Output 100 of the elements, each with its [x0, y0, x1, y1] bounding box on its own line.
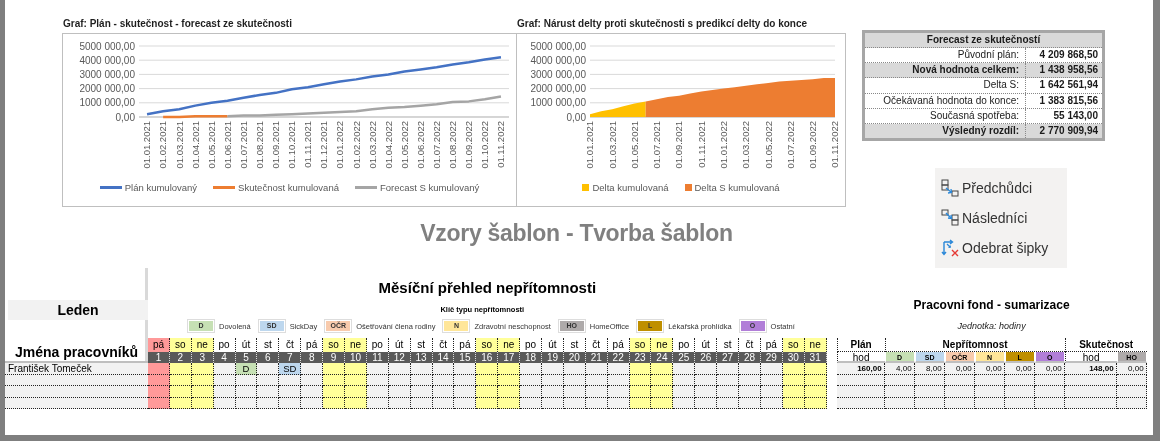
arrows-cross-icon: [941, 239, 959, 258]
axis-label: 5000 000,00: [79, 40, 135, 52]
row-label: Očekávaná hodnota do konce:: [865, 93, 1026, 108]
table-cell: so: [169, 338, 192, 352]
table-cell: 0,00: [944, 363, 975, 375]
axis-label: 01.03.2021: [173, 121, 185, 169]
unit-label: Jednotka: hodiny: [957, 321, 1026, 331]
chart-title: Graf: Plán - skutečnost - forecast ze skutečnosti: [62, 18, 293, 31]
axis-label: 01.06.2021: [221, 121, 233, 169]
axis-label: 2000 000,00: [530, 83, 586, 95]
sheet-title: Měsíční přehled nepřítomnosti: [378, 279, 597, 296]
axis-label: 01.05.2022: [398, 121, 410, 169]
axis-label: 01.11.2021: [302, 121, 314, 168]
row-value: 1 383 815,56: [1038, 93, 1099, 108]
table-cell: ne: [498, 338, 521, 352]
toolbar-button[interactable]: Předchůdci: [941, 173, 1033, 204]
row-value: 4 209 868,50: [1038, 48, 1099, 62]
axis-label: 01.04.2021: [189, 121, 201, 169]
legend-label: Delta kumulovaná: [592, 182, 669, 193]
table-cell: František Tomeček: [5, 363, 148, 375]
table-cell: 160,00: [836, 363, 885, 375]
axis-label: 01.11.2022: [495, 121, 507, 168]
axis-label: 01.09.2021: [673, 121, 685, 169]
table-cell: so: [323, 338, 345, 352]
axis-label: 01.05.2022: [762, 121, 774, 169]
table-cell: ne: [804, 338, 827, 352]
axis-label: 01.07.2021: [651, 121, 663, 169]
axis-label: 4000 000,00: [530, 54, 586, 66]
axis-label: 01.04.2022: [382, 121, 394, 169]
legend-label: Skutečnost kumulovaná: [238, 182, 339, 193]
page-heading: Vzory šablon - Tvorba šablon: [420, 220, 733, 247]
table-cell: [1116, 386, 1147, 398]
axis-label: 01.12.2021: [318, 121, 330, 169]
axis-label: 01.07.2022: [430, 121, 442, 169]
table-cell: 2: [169, 352, 192, 363]
table-cell: 4,00: [884, 363, 915, 375]
axis-label: 01.02.2022: [350, 121, 362, 169]
table-cell: [884, 386, 915, 398]
axis-label: 01.09.2021: [270, 121, 282, 169]
table-cell: D: [235, 363, 258, 375]
table-cell: so: [782, 338, 805, 352]
table-cell: ne: [191, 338, 214, 352]
axis-label: 01.09.2022: [463, 121, 475, 169]
axis-label: 0,00: [115, 111, 135, 123]
toolbar-button[interactable]: Následníci: [941, 203, 1028, 234]
axis-label: 01.11.2021: [695, 121, 707, 168]
row-label: Nová hodnota celkem:: [865, 63, 1026, 78]
axis-label: 01.06.2022: [414, 121, 426, 169]
table-cell: 7: [279, 352, 302, 363]
axis-label: 01.05.2021: [628, 121, 640, 169]
table-cell: so: [629, 338, 652, 352]
axis-label: 01.09.2022: [807, 121, 819, 169]
table-cell: SD: [279, 363, 302, 375]
row-label: Původní plán:: [865, 48, 1026, 63]
axis-label: 01.01.2021: [584, 121, 596, 169]
table-cell: [944, 386, 975, 398]
toolbar-button[interactable]: Odebrat šipky: [941, 233, 1049, 264]
table-cell: 1: [148, 352, 170, 363]
table-cell: 0,00: [974, 363, 1005, 375]
boxes-arrow-icon: [941, 209, 959, 228]
axis-label: 01.11.2022: [829, 121, 841, 168]
table-cell: 148,00: [1064, 363, 1117, 375]
table-cell: 4: [213, 352, 236, 363]
row-value: 2 770 909,94: [1038, 123, 1099, 138]
chart-title: Graf: Nárust delty proti skutečnosti s predikcí delty do konce: [516, 18, 809, 31]
axis-label: 01.01.2021: [141, 121, 153, 169]
row-value: 1 438 958,56: [1038, 63, 1099, 78]
row-label: Současná spotřeba:: [865, 108, 1026, 123]
axis-label: 2000 000,00: [79, 83, 135, 95]
table-cell: [1064, 386, 1117, 398]
axis-label: 5000 000,00: [530, 40, 586, 52]
axis-label: 1000 000,00: [530, 97, 586, 109]
axis-label: 01.10.2021: [286, 121, 298, 169]
axis-label: 01.01.2022: [334, 121, 346, 169]
column-header: Plán: [836, 338, 885, 352]
table-cell: pá: [148, 338, 170, 352]
table-title: Forecast ze skutečností: [865, 33, 1102, 48]
axis-label: 01.03.2022: [740, 121, 752, 169]
table-cell: [1034, 386, 1065, 398]
axis-label: 01.01.2022: [717, 121, 729, 169]
axis-label: 01.08.2022: [447, 121, 458, 169]
axis-label: 1000 000,00: [79, 97, 135, 109]
table-cell: 0,00: [1034, 363, 1065, 375]
axis-label: 0,00: [566, 111, 586, 123]
axis-label: 01.10.2022: [479, 121, 491, 169]
axis-label: 01.03.2022: [366, 121, 378, 169]
row-label: Výsledný rozdíl:: [865, 123, 1026, 139]
axis-label: 01.02.2021: [157, 121, 169, 169]
row-value: 55 143,00: [1052, 108, 1099, 123]
legend-label: Plán kumulovaný: [124, 182, 198, 193]
axis-label: 01.05.2021: [205, 121, 217, 169]
boxes-arrow-icon: [941, 179, 959, 198]
legend-label: Forecast S kumulovaný: [380, 182, 480, 193]
axis-label: 3000 000,00: [79, 68, 135, 80]
month-label: Leden: [8, 300, 148, 320]
axis-label: 4000 000,00: [79, 54, 135, 66]
axis-label: 3000 000,00: [530, 68, 586, 80]
axis-label: 01.07.2022: [784, 121, 796, 169]
table-cell: 8,00: [914, 363, 945, 375]
row-label: Delta S:: [865, 78, 1026, 93]
